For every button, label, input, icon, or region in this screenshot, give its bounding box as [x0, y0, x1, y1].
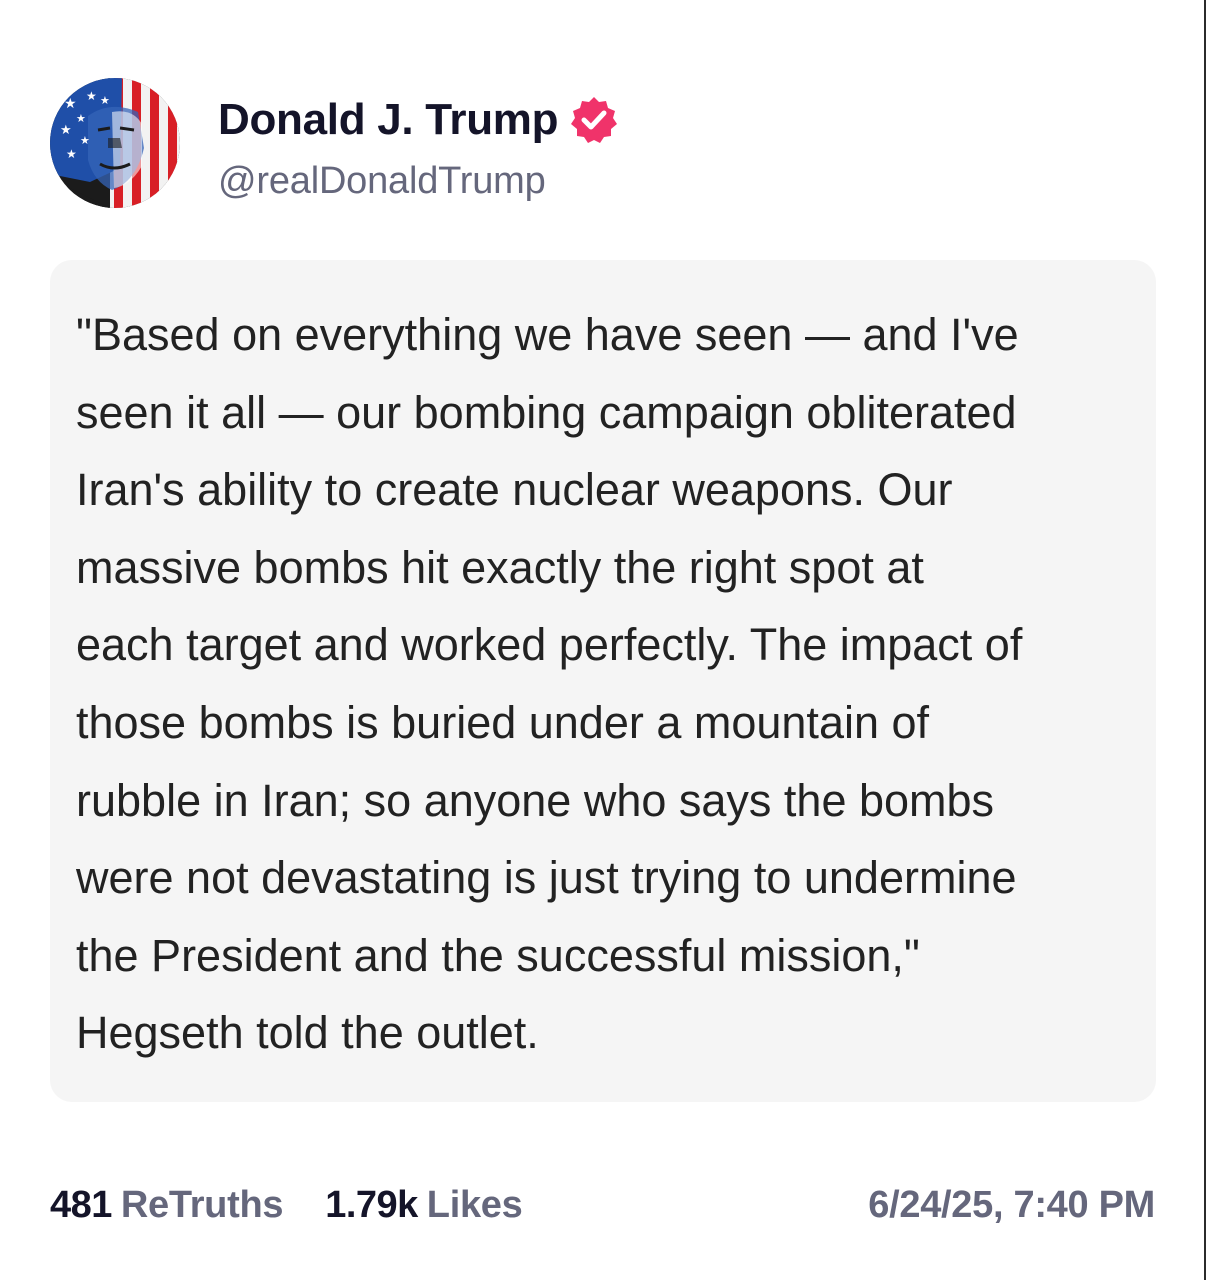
edge-divider	[1204, 0, 1206, 1280]
avatar-flag-portrait-icon: ★ ★ ★ ★ ★ ★ ★	[50, 78, 180, 208]
author-display-name[interactable]: Donald J. Trump	[218, 95, 559, 145]
likes-label: Likes	[426, 1183, 523, 1226]
post-body-line: the President and the successful mission…	[76, 929, 920, 981]
post-body-line: each target and worked perfectly. The im…	[76, 619, 1023, 671]
svg-text:★: ★	[86, 89, 97, 103]
post-body-line: were not devastating is just trying to u…	[76, 852, 1017, 904]
retruths-count: 481	[50, 1183, 112, 1226]
author-name-row: Donald J. Trump	[218, 90, 620, 150]
post-body-line: "Based on everything we have seen — and …	[76, 309, 1019, 360]
post-page: ★ ★ ★ ★ ★ ★ ★ Donald J. Trump @realDonal…	[0, 0, 1209, 1280]
post-body: "Based on everything we have seen — and …	[76, 296, 1146, 1072]
post-body-line: seen it all — our bombing campaign oblit…	[76, 386, 1017, 438]
retruths-label: ReTruths	[120, 1183, 284, 1226]
avatar[interactable]: ★ ★ ★ ★ ★ ★ ★	[50, 78, 180, 208]
likes-count: 1.79k	[325, 1183, 418, 1226]
post-body-line: rubble in Iran; so anyone who says the b…	[76, 774, 995, 826]
svg-text:★: ★	[100, 94, 110, 107]
post-stats: 481 ReTruths 1.79k Likes	[50, 1180, 523, 1230]
post-timestamp[interactable]: 6/24/25, 7:40 PM	[868, 1180, 1155, 1230]
author-handle[interactable]: @realDonaldTrump	[218, 160, 546, 203]
likes-stat[interactable]: 1.79k Likes	[325, 1183, 523, 1227]
svg-text:★: ★	[60, 123, 72, 138]
svg-text:★: ★	[80, 134, 90, 147]
post-body-line: massive bombs hit exactly the right spot…	[76, 541, 924, 593]
svg-text:★: ★	[66, 147, 77, 161]
post-body-line: Iran's ability to create nuclear weapons…	[76, 464, 953, 516]
post-body-line: Hegseth told the outlet.	[76, 1007, 539, 1059]
verified-badge-icon	[568, 94, 620, 146]
post-body-line: those bombs is buried under a mountain o…	[76, 696, 930, 748]
svg-text:★: ★	[64, 96, 77, 112]
svg-text:★: ★	[76, 112, 86, 125]
retruths-stat[interactable]: 481 ReTruths	[50, 1183, 284, 1227]
